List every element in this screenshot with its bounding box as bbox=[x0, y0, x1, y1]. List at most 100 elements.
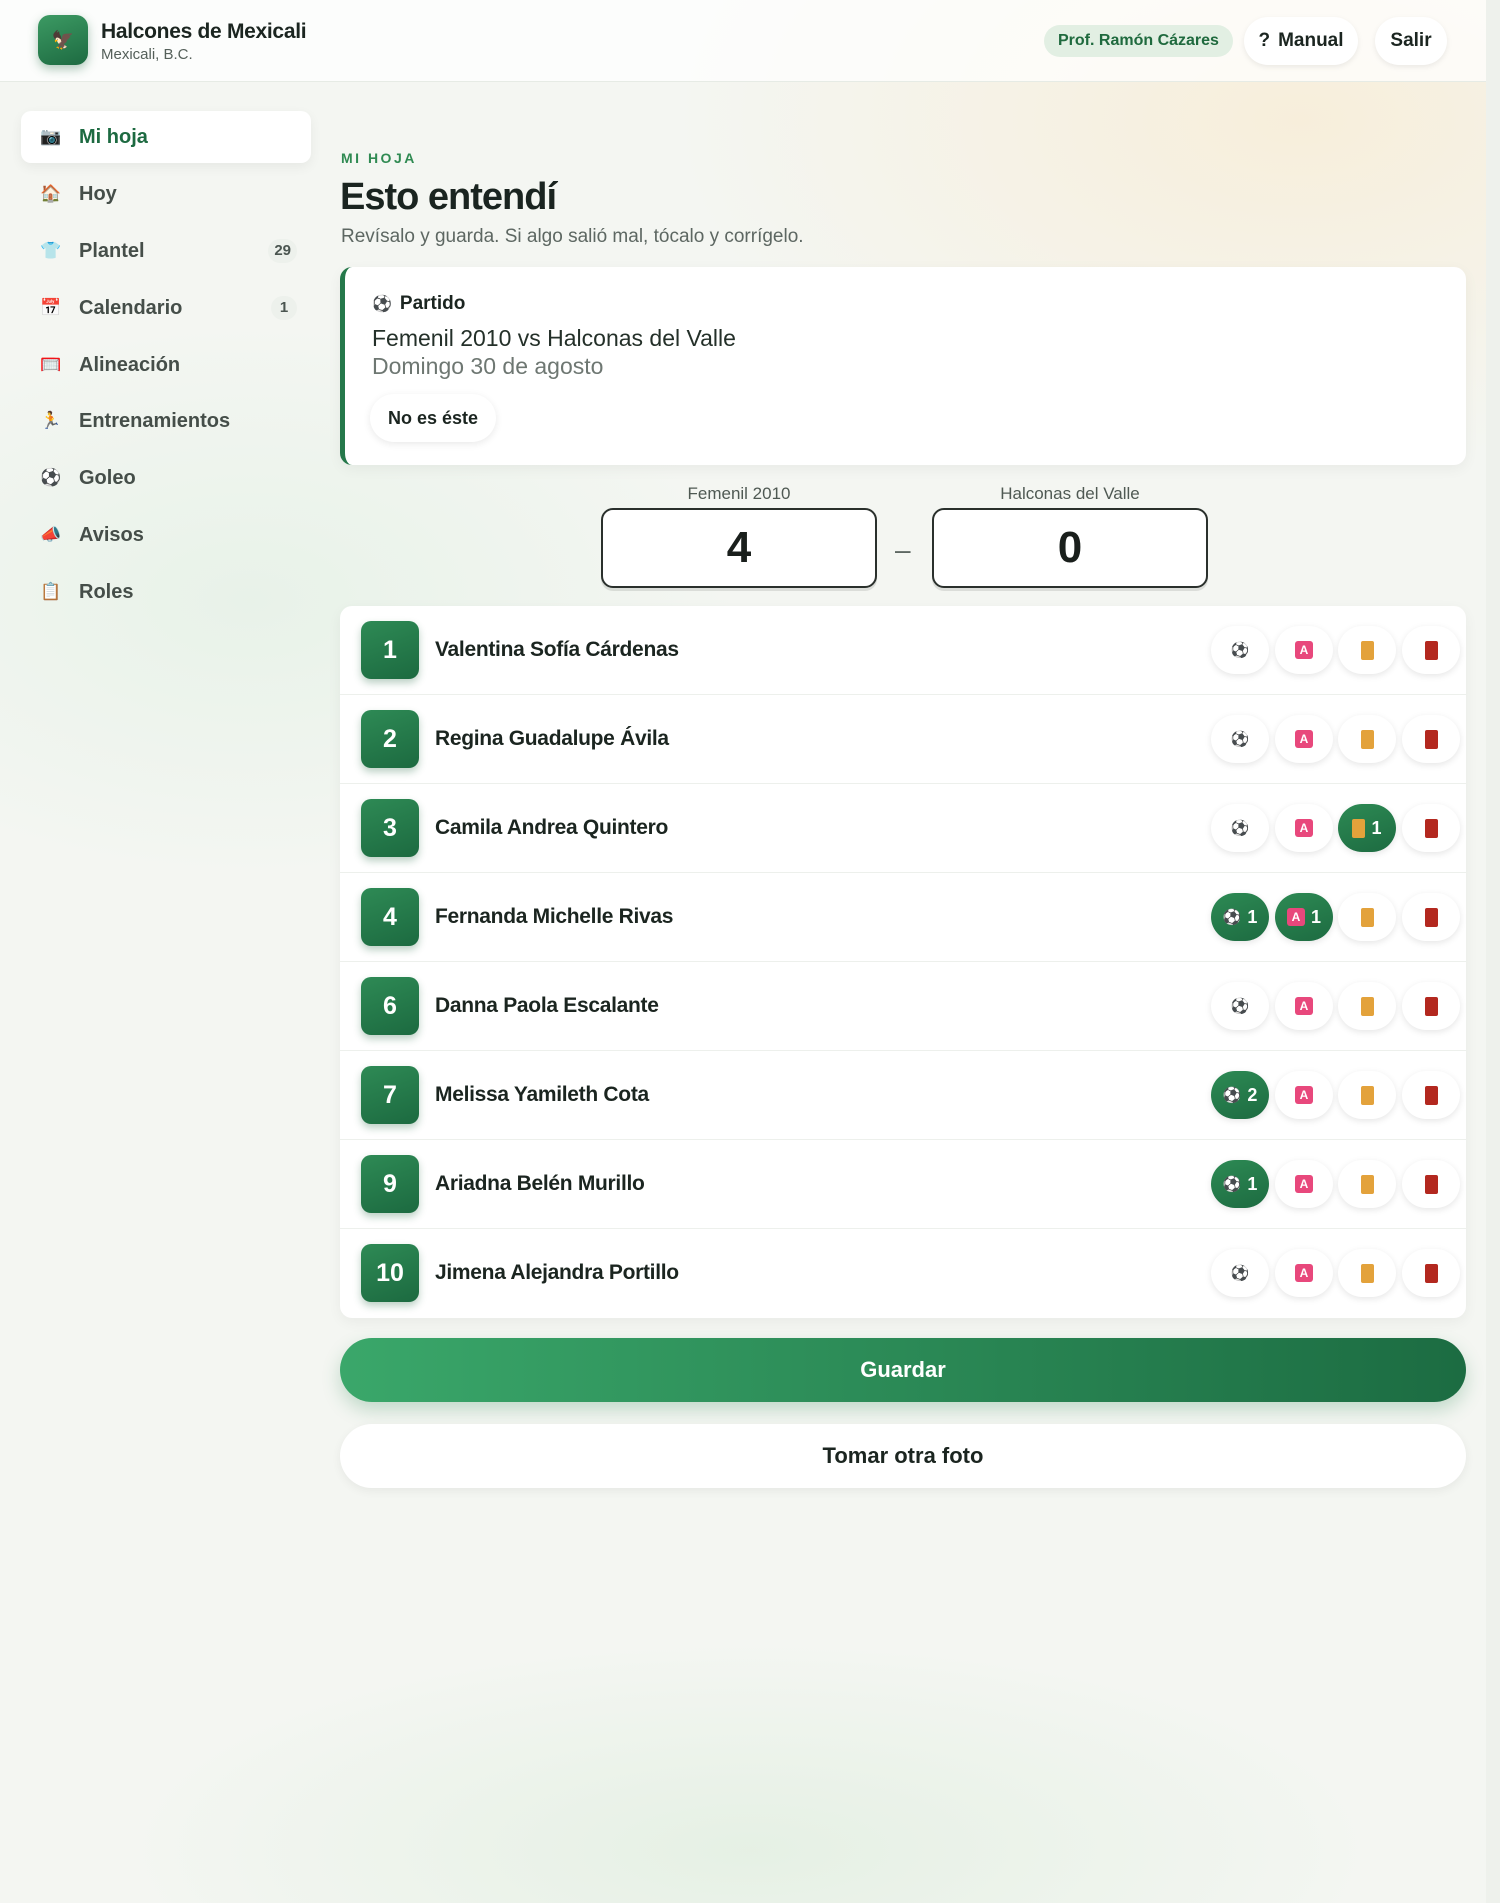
assist-button[interactable]: A bbox=[1275, 715, 1333, 763]
yellow-card-button[interactable] bbox=[1338, 1071, 1396, 1119]
yellow-card-button[interactable] bbox=[1338, 982, 1396, 1030]
soccer-ball-icon: ⚽ bbox=[1222, 909, 1242, 926]
club-city: Mexicali, B.C. bbox=[101, 46, 193, 63]
assist-button[interactable]: A bbox=[1275, 1249, 1333, 1297]
yellow-card-button[interactable] bbox=[1338, 626, 1396, 674]
sidebar-item-count: 29 bbox=[268, 239, 297, 263]
clipboard-icon: 📋 bbox=[40, 582, 62, 601]
goal-button[interactable]: ⚽ bbox=[1211, 982, 1269, 1030]
soccer-ball-icon: ⚽ bbox=[1230, 1265, 1250, 1282]
sidebar-item-mi-hoja[interactable]: 📷 Mi hoja bbox=[21, 111, 311, 163]
yellow-card-count: 1 bbox=[1371, 817, 1382, 838]
sidebar-item-alineacion[interactable]: 🥅 Alineación bbox=[21, 339, 311, 391]
manual-button[interactable]: ? Manual bbox=[1244, 17, 1358, 65]
player-name: Jimena Alejandra Portillo bbox=[435, 1261, 679, 1284]
player-number: 10 bbox=[361, 1244, 419, 1302]
wrong-match-button[interactable]: No es éste bbox=[370, 394, 497, 442]
yellow-card-button[interactable] bbox=[1338, 715, 1396, 763]
sidebar-item-label: Goleo bbox=[79, 466, 136, 489]
soccer-ball-icon: ⚽ bbox=[1222, 1087, 1242, 1104]
yellow-card-icon bbox=[1360, 1263, 1374, 1283]
assist-button[interactable]: A bbox=[1275, 804, 1333, 852]
red-card-button[interactable] bbox=[1402, 1160, 1460, 1208]
logout-button[interactable]: Salir bbox=[1375, 17, 1447, 65]
red-card-button[interactable] bbox=[1402, 982, 1460, 1030]
player-name: Ariadna Belén Murillo bbox=[435, 1172, 645, 1195]
assist-icon: A bbox=[1286, 908, 1305, 926]
calendar-icon: 📅 bbox=[40, 298, 62, 317]
red-card-button[interactable] bbox=[1402, 1071, 1460, 1119]
yellow-card-button[interactable] bbox=[1338, 1160, 1396, 1208]
sidebar-item-avisos[interactable]: 📣 Avisos bbox=[21, 509, 311, 561]
red-card-button[interactable] bbox=[1402, 893, 1460, 941]
table-row: 6 Danna Paola Escalante ⚽ A bbox=[340, 962, 1466, 1051]
lineup-icon: 🥅 bbox=[40, 355, 62, 374]
assist-button[interactable]: A1 bbox=[1275, 893, 1333, 941]
assist-button[interactable]: A bbox=[1275, 1071, 1333, 1119]
sidebar-item-label: Roles bbox=[79, 580, 134, 603]
red-card-button[interactable] bbox=[1402, 804, 1460, 852]
assist-icon: A bbox=[1295, 1264, 1313, 1282]
assist-button[interactable]: A bbox=[1275, 982, 1333, 1030]
home-score-input[interactable]: 4 bbox=[601, 508, 877, 588]
player-name: Fernanda Michelle Rivas bbox=[435, 905, 674, 928]
yellow-card-icon bbox=[1360, 1174, 1374, 1194]
club-logo: 🦅 bbox=[38, 15, 88, 65]
red-card-button[interactable] bbox=[1402, 715, 1460, 763]
sidebar-item-goleo[interactable]: ⚽ Goleo bbox=[21, 452, 311, 504]
top-bar: 🦅 Halcones de Mexicali Mexicali, B.C. Pr… bbox=[0, 0, 1486, 82]
sidebar-item-label: Hoy bbox=[79, 182, 117, 205]
sidebar-item-label: Calendario bbox=[79, 296, 183, 319]
red-card-button[interactable] bbox=[1402, 1249, 1460, 1297]
yellow-card-icon bbox=[1360, 640, 1374, 660]
red-card-icon bbox=[1424, 907, 1438, 927]
sidebar-item-label: Alineación bbox=[79, 353, 181, 376]
player-number: 9 bbox=[361, 1155, 419, 1213]
sidebar-item-entrenamientos[interactable]: 🏃 Entrenamientos bbox=[21, 395, 311, 447]
soccer-ball-icon: ⚽ bbox=[372, 296, 392, 313]
assist-button[interactable]: A bbox=[1275, 626, 1333, 674]
soccer-ball-icon: ⚽ bbox=[1230, 642, 1250, 659]
yellow-card-icon bbox=[1352, 818, 1366, 838]
retake-photo-button[interactable]: Tomar otra foto bbox=[340, 1424, 1466, 1488]
table-row: 4 Fernanda Michelle Rivas ⚽ 1 A 1 bbox=[340, 873, 1466, 962]
yellow-card-button[interactable] bbox=[1338, 1249, 1396, 1297]
match-card: ⚽ Partido Femenil 2010 vs Halconas del V… bbox=[340, 267, 1466, 465]
goal-button[interactable]: ⚽ 2 bbox=[1211, 1071, 1269, 1119]
away-score-input[interactable]: 0 bbox=[932, 508, 1208, 588]
goal-button[interactable]: ⚽ bbox=[1211, 626, 1269, 674]
red-card-button[interactable] bbox=[1402, 626, 1460, 674]
home-team-label: Femenil 2010 bbox=[687, 484, 791, 503]
sidebar-item-plantel[interactable]: 👕 Plantel 29 bbox=[21, 225, 311, 277]
assist-icon: A bbox=[1295, 730, 1313, 748]
table-row: 1 Valentina Sofía Cárdenas ⚽ A bbox=[340, 606, 1466, 695]
player-number: 7 bbox=[361, 1066, 419, 1124]
camera-icon: 📷 bbox=[40, 127, 62, 146]
yellow-card-icon bbox=[1360, 907, 1374, 927]
player-name: Valentina Sofía Cárdenas bbox=[435, 638, 679, 661]
yellow-card-button[interactable]: 1 bbox=[1338, 804, 1396, 852]
goal-button[interactable]: ⚽ bbox=[1211, 804, 1269, 852]
assist-icon: A bbox=[1295, 819, 1313, 837]
sidebar-item-hoy[interactable]: 🏠 Hoy bbox=[21, 168, 311, 220]
goal-button[interactable]: ⚽ 1 bbox=[1211, 1160, 1269, 1208]
score-separator: – bbox=[895, 534, 911, 565]
soccer-ball-icon: ⚽ bbox=[1230, 998, 1250, 1015]
sidebar-item-label: Plantel bbox=[79, 239, 145, 262]
goal-button[interactable]: ⚽ 1 bbox=[1211, 893, 1269, 941]
sidebar-item-label: Entrenamientos bbox=[79, 409, 231, 432]
assist-button[interactable]: A bbox=[1275, 1160, 1333, 1208]
player-list: 1 Valentina Sofía Cárdenas ⚽ A 2 Regina Guada… bbox=[340, 606, 1466, 1318]
sidebar-item-calendario[interactable]: 📅 Calendario 1 bbox=[21, 282, 311, 334]
page-title: Esto entendí bbox=[340, 176, 557, 218]
sidebar-item-roles[interactable]: 📋 Roles bbox=[21, 566, 311, 618]
goal-button[interactable]: ⚽ bbox=[1211, 715, 1269, 763]
player-name: Regina Guadalupe Ávila bbox=[435, 727, 669, 750]
soccer-ball-icon: ⚽ bbox=[1222, 1176, 1242, 1193]
page-edge bbox=[1486, 0, 1500, 1903]
red-card-icon bbox=[1424, 640, 1438, 660]
goal-button[interactable]: ⚽ bbox=[1211, 1249, 1269, 1297]
save-button[interactable]: Guardar bbox=[340, 1338, 1466, 1402]
red-card-icon bbox=[1424, 996, 1438, 1016]
yellow-card-button[interactable] bbox=[1338, 893, 1396, 941]
